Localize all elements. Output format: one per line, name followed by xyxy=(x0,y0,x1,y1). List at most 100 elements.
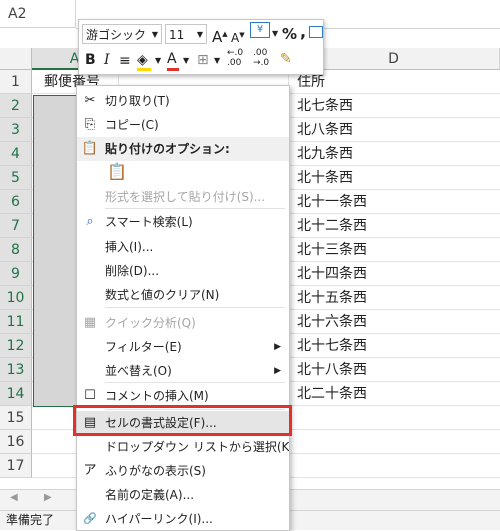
address-cell[interactable]: 北十三条西 xyxy=(297,238,367,262)
menu-item-label: 削除(D)... xyxy=(105,264,160,278)
menu-separator xyxy=(105,307,285,308)
address-cell[interactable]: 北十八条西 xyxy=(297,358,367,382)
menu-item[interactable]: ▦ クイック分析(Q) xyxy=(77,311,289,335)
grow-font-button[interactable]: A▲ xyxy=(212,24,228,47)
font-size-dropdown[interactable]: 11 ▼ xyxy=(165,24,207,44)
menu-item[interactable]: 数式と値のクリア(N) xyxy=(77,283,289,307)
row-header[interactable]: 9 xyxy=(0,262,32,286)
address-cell[interactable]: 北十六条西 xyxy=(297,310,367,334)
row-header[interactable]: 16 xyxy=(0,430,32,454)
row-header[interactable]: 3 xyxy=(0,118,32,142)
menu-separator xyxy=(105,382,285,383)
menu-item[interactable]: 挿入(I)... xyxy=(77,235,289,259)
menu-item[interactable]: 形式を選択して貼り付け(S)... xyxy=(77,185,289,209)
comment-icon: ☐ xyxy=(84,388,96,403)
address-cell[interactable]: 北十条西 xyxy=(297,166,353,190)
menu-item[interactable]: アふりがなの表示(S) xyxy=(77,459,289,483)
font-size-value: 11 xyxy=(169,28,185,42)
chevron-down-icon: ▼ xyxy=(151,30,158,39)
menu-item-label: 切り取り(T) xyxy=(105,94,170,108)
menu-item-label: 並べ替え(O) xyxy=(105,364,172,378)
menu-item-label: 数式と値のクリア(N) xyxy=(105,288,220,302)
row-header[interactable]: 7 xyxy=(0,214,32,238)
menu-item-label: 名前の定義(A)... xyxy=(105,488,195,502)
row-header[interactable]: 12 xyxy=(0,334,32,358)
menu-item[interactable]: ドロップダウン リストから選択(K)... xyxy=(77,435,289,459)
comma-style-button[interactable]: , xyxy=(300,22,306,42)
row-header[interactable]: 15 xyxy=(0,406,32,430)
decrease-decimal-button[interactable]: .00 →.0 xyxy=(253,48,269,68)
italic-button[interactable]: I xyxy=(104,50,110,70)
menu-item-label: スマート検索(L) xyxy=(105,215,193,229)
chevron-down-icon[interactable]: ▼ xyxy=(155,51,161,71)
row-header[interactable]: 1 xyxy=(0,70,32,94)
fill-color-icon[interactable]: ◈ xyxy=(137,50,151,71)
scissors-icon: ✂ xyxy=(84,93,96,108)
name-box[interactable]: A2 xyxy=(0,0,76,28)
shrink-font-button[interactable]: A▼ xyxy=(231,25,245,48)
wrap-text-icon[interactable] xyxy=(309,26,323,38)
address-cell[interactable]: 北二十条西 xyxy=(297,382,367,406)
address-cell[interactable]: 北十二条西 xyxy=(297,214,367,238)
accounting-format-button[interactable]: ¥ xyxy=(250,22,270,38)
furigana-icon: ア xyxy=(83,463,97,478)
menu-item[interactable]: 並べ替え(O) ▶ xyxy=(77,359,289,383)
row-header[interactable]: 14 xyxy=(0,382,32,406)
increase-decimal-button[interactable]: ←.0.00 xyxy=(227,48,243,68)
menu-item-label: 形式を選択して貼り付け(S)... xyxy=(105,190,266,204)
row-header[interactable]: 8 xyxy=(0,238,32,262)
bold-button[interactable]: B xyxy=(85,50,96,70)
menu-item[interactable]: ✂ 切り取り(T) xyxy=(77,89,289,113)
menu-item-label: コピー(C) xyxy=(105,118,159,132)
menu-item[interactable]: 🔗 ハイパーリンク(I)... xyxy=(77,507,289,530)
paste-option-icon[interactable]: 📋 xyxy=(107,162,127,181)
row-header[interactable]: 10 xyxy=(0,286,32,310)
scroll-right-icon[interactable]: ▶ xyxy=(44,492,52,503)
font-color-button[interactable]: A xyxy=(167,49,179,71)
address-cell[interactable]: 北九条西 xyxy=(297,142,353,166)
chevron-down-icon[interactable]: ▼ xyxy=(214,51,220,71)
copy-icon: ⎘ xyxy=(84,117,96,132)
address-cell[interactable]: 北十一条西 xyxy=(297,190,367,214)
menu-item-label: 挿入(I)... xyxy=(105,240,154,254)
menu-item[interactable]: ⎘ コピー(C) xyxy=(77,113,289,137)
address-cell[interactable]: 北十七条西 xyxy=(297,334,367,358)
borders-icon[interactable]: ⊞ xyxy=(197,50,209,70)
row-header[interactable]: 2 xyxy=(0,94,32,118)
mini-toolbar: 游ゴシック ▼ 11 ▼ A▲ A▼ ¥ ▼ % , B I ≡ ◈ ▼ A ▼… xyxy=(78,19,324,75)
menu-separator xyxy=(105,208,285,209)
chevron-down-icon: ▼ xyxy=(196,30,203,39)
row-header[interactable]: 4 xyxy=(0,142,32,166)
row-header[interactable]: 5 xyxy=(0,166,32,190)
menu-item[interactable]: ⌕ スマート検索(L) xyxy=(77,210,289,234)
menu-item[interactable]: 削除(D)... xyxy=(77,259,289,283)
row-header[interactable]: 6 xyxy=(0,190,32,214)
row-header[interactable]: 11 xyxy=(0,310,32,334)
chevron-down-icon[interactable]: ▼ xyxy=(272,24,278,44)
menu-item[interactable]: 名前の定義(A)... xyxy=(77,483,289,507)
menu-item-label: ドロップダウン リストから選択(K)... xyxy=(105,440,290,454)
menu-item: 📋 貼り付けのオプション: xyxy=(77,137,289,161)
select-all-corner[interactable] xyxy=(0,48,32,70)
quick-analysis-icon: ▦ xyxy=(83,315,97,330)
align-center-icon[interactable]: ≡ xyxy=(119,51,131,71)
format-painter-icon[interactable]: ✎ xyxy=(280,49,292,69)
font-name-value: 游ゴシック xyxy=(86,28,147,42)
hyperlink-icon: 🔗 xyxy=(83,512,97,525)
status-text: 準備完了 xyxy=(6,513,55,527)
submenu-arrow-icon: ▶ xyxy=(274,342,281,352)
paste-icon: 📋 xyxy=(81,141,99,156)
highlight-outline xyxy=(73,405,292,436)
chevron-down-icon[interactable]: ▼ xyxy=(183,51,189,71)
font-name-dropdown[interactable]: 游ゴシック ▼ xyxy=(82,24,162,44)
percent-style-button[interactable]: % xyxy=(282,24,297,44)
menu-item[interactable]: フィルター(E) ▶ xyxy=(77,335,289,359)
row-header[interactable]: 13 xyxy=(0,358,32,382)
row-header[interactable]: 17 xyxy=(0,454,32,478)
scroll-left-icon[interactable]: ◀ xyxy=(10,492,18,503)
address-cell[interactable]: 北八条西 xyxy=(297,118,353,142)
address-cell[interactable]: 北十四条西 xyxy=(297,262,367,286)
address-cell[interactable]: 北十五条西 xyxy=(297,286,367,310)
address-cell[interactable]: 北七条西 xyxy=(297,94,353,118)
smart-lookup-icon: ⌕ xyxy=(86,214,94,229)
